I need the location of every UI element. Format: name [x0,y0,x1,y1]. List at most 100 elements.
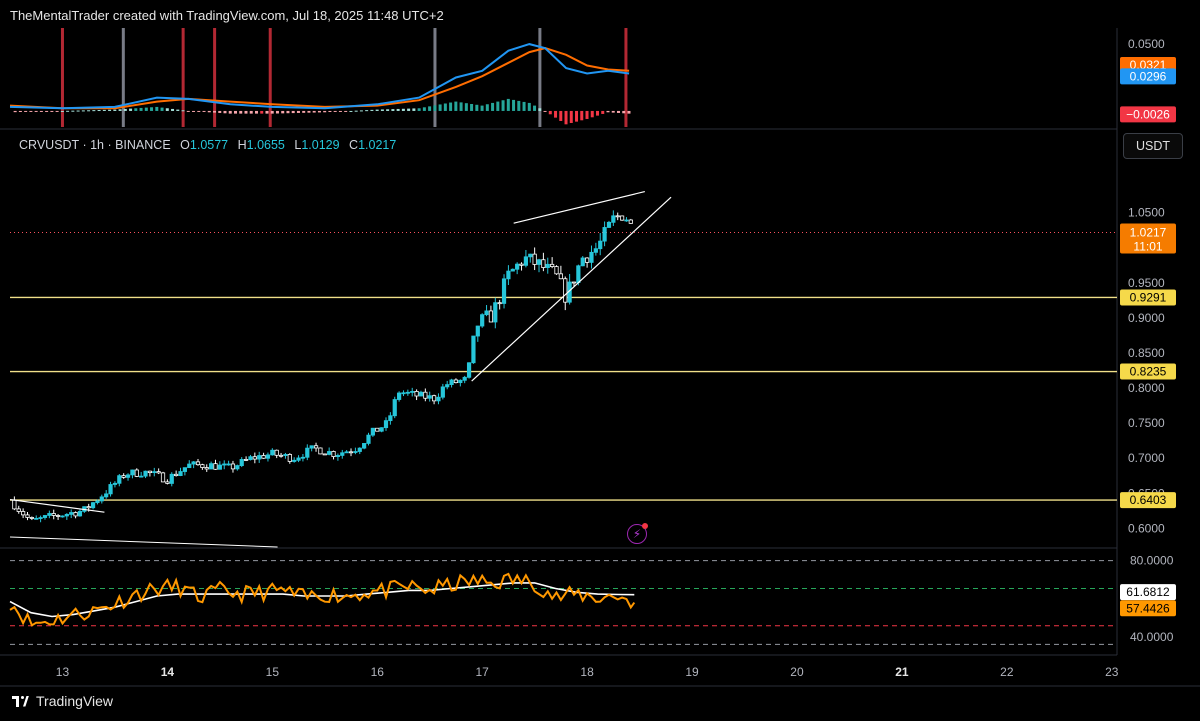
candle-body [558,273,563,280]
macd-histogram-bar [218,110,222,113]
time-axis-tick: 19 [685,665,699,679]
candle-body [405,391,410,394]
time-axis-tick: 13 [56,665,70,679]
macd-histogram-bar [569,110,573,123]
candle-body [388,415,393,422]
macd-histogram-bar [433,105,437,111]
time-axis-tick: 21 [895,665,909,679]
candle-body [55,515,61,517]
macd-histogram-bar [349,110,353,112]
candle-body [125,474,131,478]
candle-body [147,470,153,474]
candle-body [619,215,625,221]
candle-body [362,443,367,449]
candle-body [60,515,65,518]
macd-histogram-bar [244,110,248,114]
candle-body [42,515,48,518]
candle-body [200,464,205,468]
signal-vline [538,28,542,127]
candle-body [187,463,192,469]
candle-body [86,506,91,509]
macd-histogram-bar [150,107,154,111]
symbol-name[interactable]: CRVUSDT [19,138,79,152]
macd-histogram-bar [354,110,358,112]
time-axis-tick: 23 [1105,665,1119,679]
candle-body [445,384,450,388]
candle-body [47,513,52,516]
candle-body [252,456,257,460]
trendline [471,196,672,382]
macd-histogram-bar [616,110,620,113]
candle-body [493,302,498,323]
macd-histogram-bar [391,109,395,111]
candle-body [510,268,515,272]
macd-histogram-bar [475,104,479,111]
macd-histogram-bar [407,108,411,111]
notification-dot [642,523,648,529]
price-axis-tick: 1.0500 [1128,206,1165,220]
trendline [9,498,105,513]
candle-body [414,391,419,397]
macd-histogram-bar [606,110,610,113]
candle-body [64,513,69,517]
candle-body [25,514,30,518]
candle-countdown: 11:01 [1133,239,1162,253]
macd-histogram-bar [622,110,626,114]
macd-histogram-bar [118,109,122,111]
candle-body [270,449,275,456]
macd-histogram-bar [155,106,159,111]
macd-histogram-bar [202,110,206,112]
macd-histogram-bar [559,110,563,121]
candle-body [322,453,327,456]
macd-histogram-bar [197,110,201,112]
macd-histogram-bar [512,99,516,111]
macd-histogram-bar [213,110,217,113]
macd-histogram-bar [144,107,148,111]
macd-histogram-bar [496,101,500,111]
candle-body [143,470,148,477]
macd-histogram-bar [459,102,463,111]
candle-body [235,465,240,470]
macd-histogram-bar [412,108,416,111]
alert-flash-icon[interactable]: ⚡ [627,523,648,544]
candle-body [165,481,170,484]
macd-value-label: 0.0296 [1130,69,1167,83]
candle-body [506,270,511,280]
candle-body [21,511,26,516]
macd-histogram-bar [181,110,185,112]
candle-body [287,454,292,462]
candle-body [169,473,174,484]
candle-body [230,463,236,470]
candle-body [134,469,139,477]
macd-histogram-bar [228,110,232,114]
candle-body [366,434,371,444]
macd-histogram-bar [401,108,405,111]
candle-body [90,502,96,509]
candle-body [156,471,161,474]
candle-body [327,451,332,455]
candle-body [392,399,397,417]
macd-histogram-bar [45,110,49,112]
macd-value-label: −0.0026 [1126,107,1170,121]
macd-histogram-bar [233,110,237,114]
candle-body [195,461,201,466]
open-value: 1.0577 [189,138,229,152]
price-axis-tick: 0.7000 [1128,451,1165,465]
macd-histogram-bar [296,110,300,113]
macd-histogram-bar [134,108,138,111]
trading-chart[interactable]: 0.05000.03210.0296−0.00261.05000.95000.9… [0,0,1200,721]
signal-vline [121,28,125,127]
currency-button[interactable]: USDT [1123,133,1183,159]
symbol-interval[interactable]: 1h [90,138,104,152]
macd-histogram-bar [286,110,290,114]
macd-histogram-bar [207,110,211,113]
macd-histogram-bar [601,110,605,114]
candle-body [602,227,607,242]
candle-body [624,219,629,222]
macd-histogram-bar [464,103,468,111]
candle-body [274,449,279,456]
trendline [513,190,645,224]
macd-histogram-bar [302,110,306,113]
macd-histogram-bar [323,110,327,113]
candle-body [204,467,209,470]
